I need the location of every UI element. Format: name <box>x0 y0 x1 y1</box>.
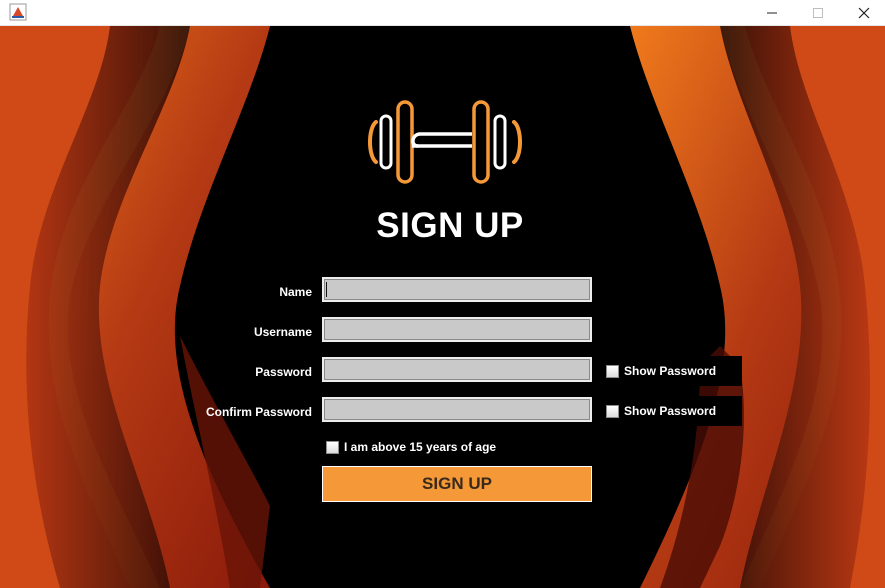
show-password-checkbox[interactable]: Show Password <box>606 364 716 378</box>
age-checkbox-label: I am above 15 years of age <box>344 440 497 454</box>
dumbbell-icon <box>368 100 522 184</box>
age-checkbox[interactable]: I am above 15 years of age <box>326 440 496 454</box>
username-field[interactable] <box>322 317 592 342</box>
maximize-button[interactable] <box>795 0 841 26</box>
close-icon <box>858 7 870 19</box>
name-label: Name <box>279 285 312 299</box>
show-confirm-password-checkbox[interactable]: Show Password <box>606 404 716 418</box>
minimize-icon <box>767 12 777 14</box>
window-titlebar <box>0 0 885 26</box>
show-password-label: Show Password <box>624 404 717 418</box>
checkbox-box[interactable] <box>326 440 339 454</box>
text-caret <box>326 282 327 297</box>
java-app-icon <box>9 3 27 21</box>
checkbox-box[interactable] <box>606 404 619 418</box>
signup-panel: SIGN UP Name Username Password Show Pass… <box>0 26 885 588</box>
show-password-label: Show Password <box>624 364 717 378</box>
maximize-icon <box>813 8 823 18</box>
confirm-password-field[interactable] <box>322 397 592 422</box>
password-field[interactable] <box>322 357 592 382</box>
page-title: SIGN UP <box>376 206 524 245</box>
close-button[interactable] <box>841 0 885 26</box>
checkbox-box[interactable] <box>606 364 619 378</box>
password-label: Password <box>255 365 312 379</box>
username-label: Username <box>253 325 312 339</box>
name-field[interactable] <box>322 277 592 302</box>
confirm-password-label: Confirm Password <box>205 405 312 419</box>
minimize-button[interactable] <box>749 0 795 26</box>
signup-button[interactable]: SIGN UP <box>322 466 592 502</box>
